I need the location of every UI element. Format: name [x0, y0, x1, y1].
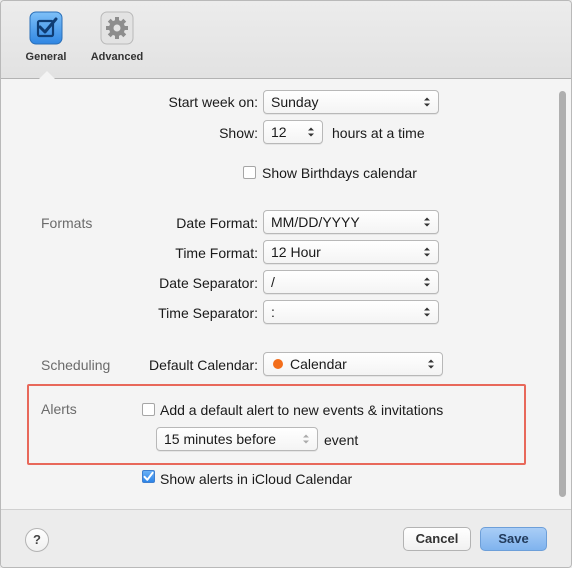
cancel-button[interactable]: Cancel: [403, 527, 471, 551]
up-down-arrows-icon: [424, 217, 430, 227]
default-calendar-value: Calendar: [290, 356, 347, 372]
preferences-toolbar: General Advanced: [1, 1, 571, 79]
date-separator-popup[interactable]: /: [263, 270, 439, 294]
birthdays-checkbox[interactable]: [243, 166, 256, 179]
default-calendar-popup[interactable]: Calendar: [263, 352, 443, 376]
date-separator-value: /: [271, 274, 275, 290]
start-week-value: Sunday: [271, 94, 319, 110]
preferences-footer: ? Cancel Save: [1, 509, 571, 567]
vertical-scrollbar[interactable]: [556, 89, 569, 501]
alerts-highlight-box: [27, 384, 526, 465]
start-week-label: Start week on:: [168, 94, 259, 110]
up-down-arrows-icon: [424, 97, 430, 107]
up-down-arrows-icon: [424, 277, 430, 287]
default-calendar-label: Default Calendar:: [149, 357, 258, 373]
date-format-popup[interactable]: MM/DD/YYYY: [263, 210, 439, 234]
up-down-arrows-icon: [308, 127, 314, 137]
help-button[interactable]: ?: [25, 528, 49, 552]
date-format-label: Date Format:: [176, 215, 258, 231]
date-format-value: MM/DD/YYYY: [271, 214, 360, 230]
up-down-arrows-icon: [424, 247, 430, 257]
time-separator-label: Time Separator:: [158, 305, 258, 321]
tab-advanced[interactable]: Advanced: [82, 11, 152, 63]
birthdays-label: Show Birthdays calendar: [262, 165, 417, 181]
time-separator-popup[interactable]: :: [263, 300, 439, 324]
scrollbar-thumb[interactable]: [559, 91, 566, 497]
tab-general-label: General: [25, 51, 67, 63]
tab-advanced-label: Advanced: [90, 51, 144, 63]
checkbox-icon: [29, 11, 63, 45]
hours-stepper[interactable]: 12: [263, 120, 323, 144]
time-format-label: Time Format:: [175, 245, 258, 261]
hours-value: 12: [271, 124, 287, 140]
hours-suffix: hours at a time: [332, 125, 425, 141]
time-separator-value: :: [271, 304, 275, 320]
icloud-alerts-checkbox[interactable]: [142, 470, 155, 483]
tab-general[interactable]: General: [11, 11, 81, 63]
show-label: Show:: [219, 125, 258, 141]
up-down-arrows-icon: [424, 307, 430, 317]
start-week-popup[interactable]: Sunday: [263, 90, 439, 114]
time-format-popup[interactable]: 12 Hour: [263, 240, 439, 264]
time-format-value: 12 Hour: [271, 244, 321, 260]
calendar-color-dot: [273, 359, 283, 369]
gear-icon: [100, 11, 134, 45]
formats-section-label: Formats: [41, 215, 93, 231]
tab-selection-pointer: [39, 71, 55, 79]
preferences-window: General Advanced Start week on: Sunday S…: [0, 0, 572, 568]
icloud-alerts-label: Show alerts in iCloud Calendar: [160, 471, 353, 487]
save-button[interactable]: Save: [480, 527, 547, 551]
checkmark-icon: [143, 471, 154, 481]
scheduling-section-label: Scheduling: [41, 357, 111, 373]
up-down-arrows-icon: [428, 359, 434, 369]
date-separator-label: Date Separator:: [159, 275, 258, 291]
